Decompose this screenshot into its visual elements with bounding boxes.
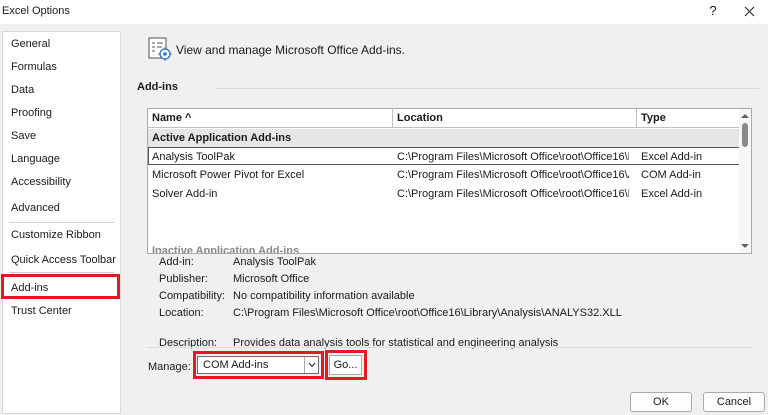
group-header-active: Active Application Add-ins [148,129,740,147]
addins-gear-icon [148,37,172,61]
detail-value-compatibility: No compatibility information available [233,290,415,302]
detail-label-compatibility: Compatibility: [159,290,226,302]
scroll-up-icon[interactable] [741,112,749,120]
cell-location: C:\Program Files\Microsoft Office\root\O… [397,169,629,181]
section-divider [215,88,759,89]
go-button[interactable]: Go... [329,355,362,375]
manage-label: Manage: [148,361,191,373]
detail-value-addin: Analysis ToolPak [233,256,316,268]
sidebar-item-trust-center[interactable]: Trust Center [3,300,120,322]
sidebar-item-quick-access-toolbar[interactable]: Quick Access Toolbar [3,249,120,271]
manage-dropdown[interactable]: COM Add-ins [197,356,319,374]
sidebar-item-save[interactable]: Save [3,125,120,147]
detail-label-location: Location: [159,307,204,319]
sidebar-item-add-ins[interactable]: Add-ins [3,277,120,299]
main-panel: View and manage Microsoft Office Add-ins… [121,24,768,415]
column-header-type[interactable]: Type [637,109,740,128]
sidebar-item-language[interactable]: Language [3,148,120,170]
options-sidebar: General Formulas Data Proofing Save Lang… [2,31,121,414]
cell-name: Analysis ToolPak [152,151,235,163]
close-icon [744,6,755,17]
column-header-name[interactable]: Name ^ [148,109,393,128]
help-button[interactable]: ? [706,3,720,18]
sidebar-separator [9,272,114,273]
ok-button[interactable]: OK [630,392,692,412]
detail-value-location: C:\Program Files\Microsoft Office\root\O… [233,307,622,319]
sidebar-item-advanced[interactable]: Advanced [3,197,120,219]
detail-label-addin: Add-in: [159,256,194,268]
scroll-thumb[interactable] [742,123,748,147]
cell-type: Excel Add-in [641,151,703,163]
title-bar: Excel Options ? [0,0,768,24]
table-row[interactable]: Analysis ToolPak C:\Program Files\Micros… [148,147,740,165]
cell-type: COM Add-in [641,169,701,181]
detail-value-publisher: Microsoft Office [233,273,310,285]
group-header-inactive: Inactive Application Add-ins [152,245,300,254]
scroll-down-icon[interactable] [741,242,749,250]
dropdown-button[interactable] [304,357,318,373]
cancel-button[interactable]: Cancel [703,392,765,412]
table-row[interactable]: Microsoft Power Pivot for Excel C:\Progr… [148,166,740,184]
detail-label-publisher: Publisher: [159,273,208,285]
window-title: Excel Options [2,5,70,17]
chevron-down-icon [308,362,316,368]
sidebar-item-customize-ribbon[interactable]: Customize Ribbon [3,224,120,246]
table-scrollbar[interactable] [739,109,751,253]
sidebar-item-accessibility[interactable]: Accessibility [3,171,120,193]
cell-name: Solver Add-in [152,188,218,200]
column-header-location[interactable]: Location [393,109,637,128]
cell-type: Excel Add-in [641,188,703,200]
cell-location: C:\Program Files\Microsoft Office\root\O… [397,151,629,163]
sidebar-item-general[interactable]: General [3,33,120,55]
cell-name: Microsoft Power Pivot for Excel [152,169,305,181]
manage-divider [147,347,752,348]
table-row[interactable]: Solver Add-in C:\Program Files\Microsoft… [148,185,740,203]
addins-table[interactable]: Name ^ Location Type Active Application … [147,108,752,254]
sidebar-item-formulas[interactable]: Formulas [3,56,120,78]
close-button[interactable] [740,3,760,21]
sidebar-separator [9,222,114,223]
sidebar-item-data[interactable]: Data [3,79,120,101]
cell-location: C:\Program Files\Microsoft Office\root\O… [397,188,629,200]
page-header-text: View and manage Microsoft Office Add-ins… [176,43,406,57]
manage-selected-value: COM Add-ins [203,359,269,371]
sidebar-item-proofing[interactable]: Proofing [3,102,120,124]
section-title: Add-ins [137,81,178,93]
